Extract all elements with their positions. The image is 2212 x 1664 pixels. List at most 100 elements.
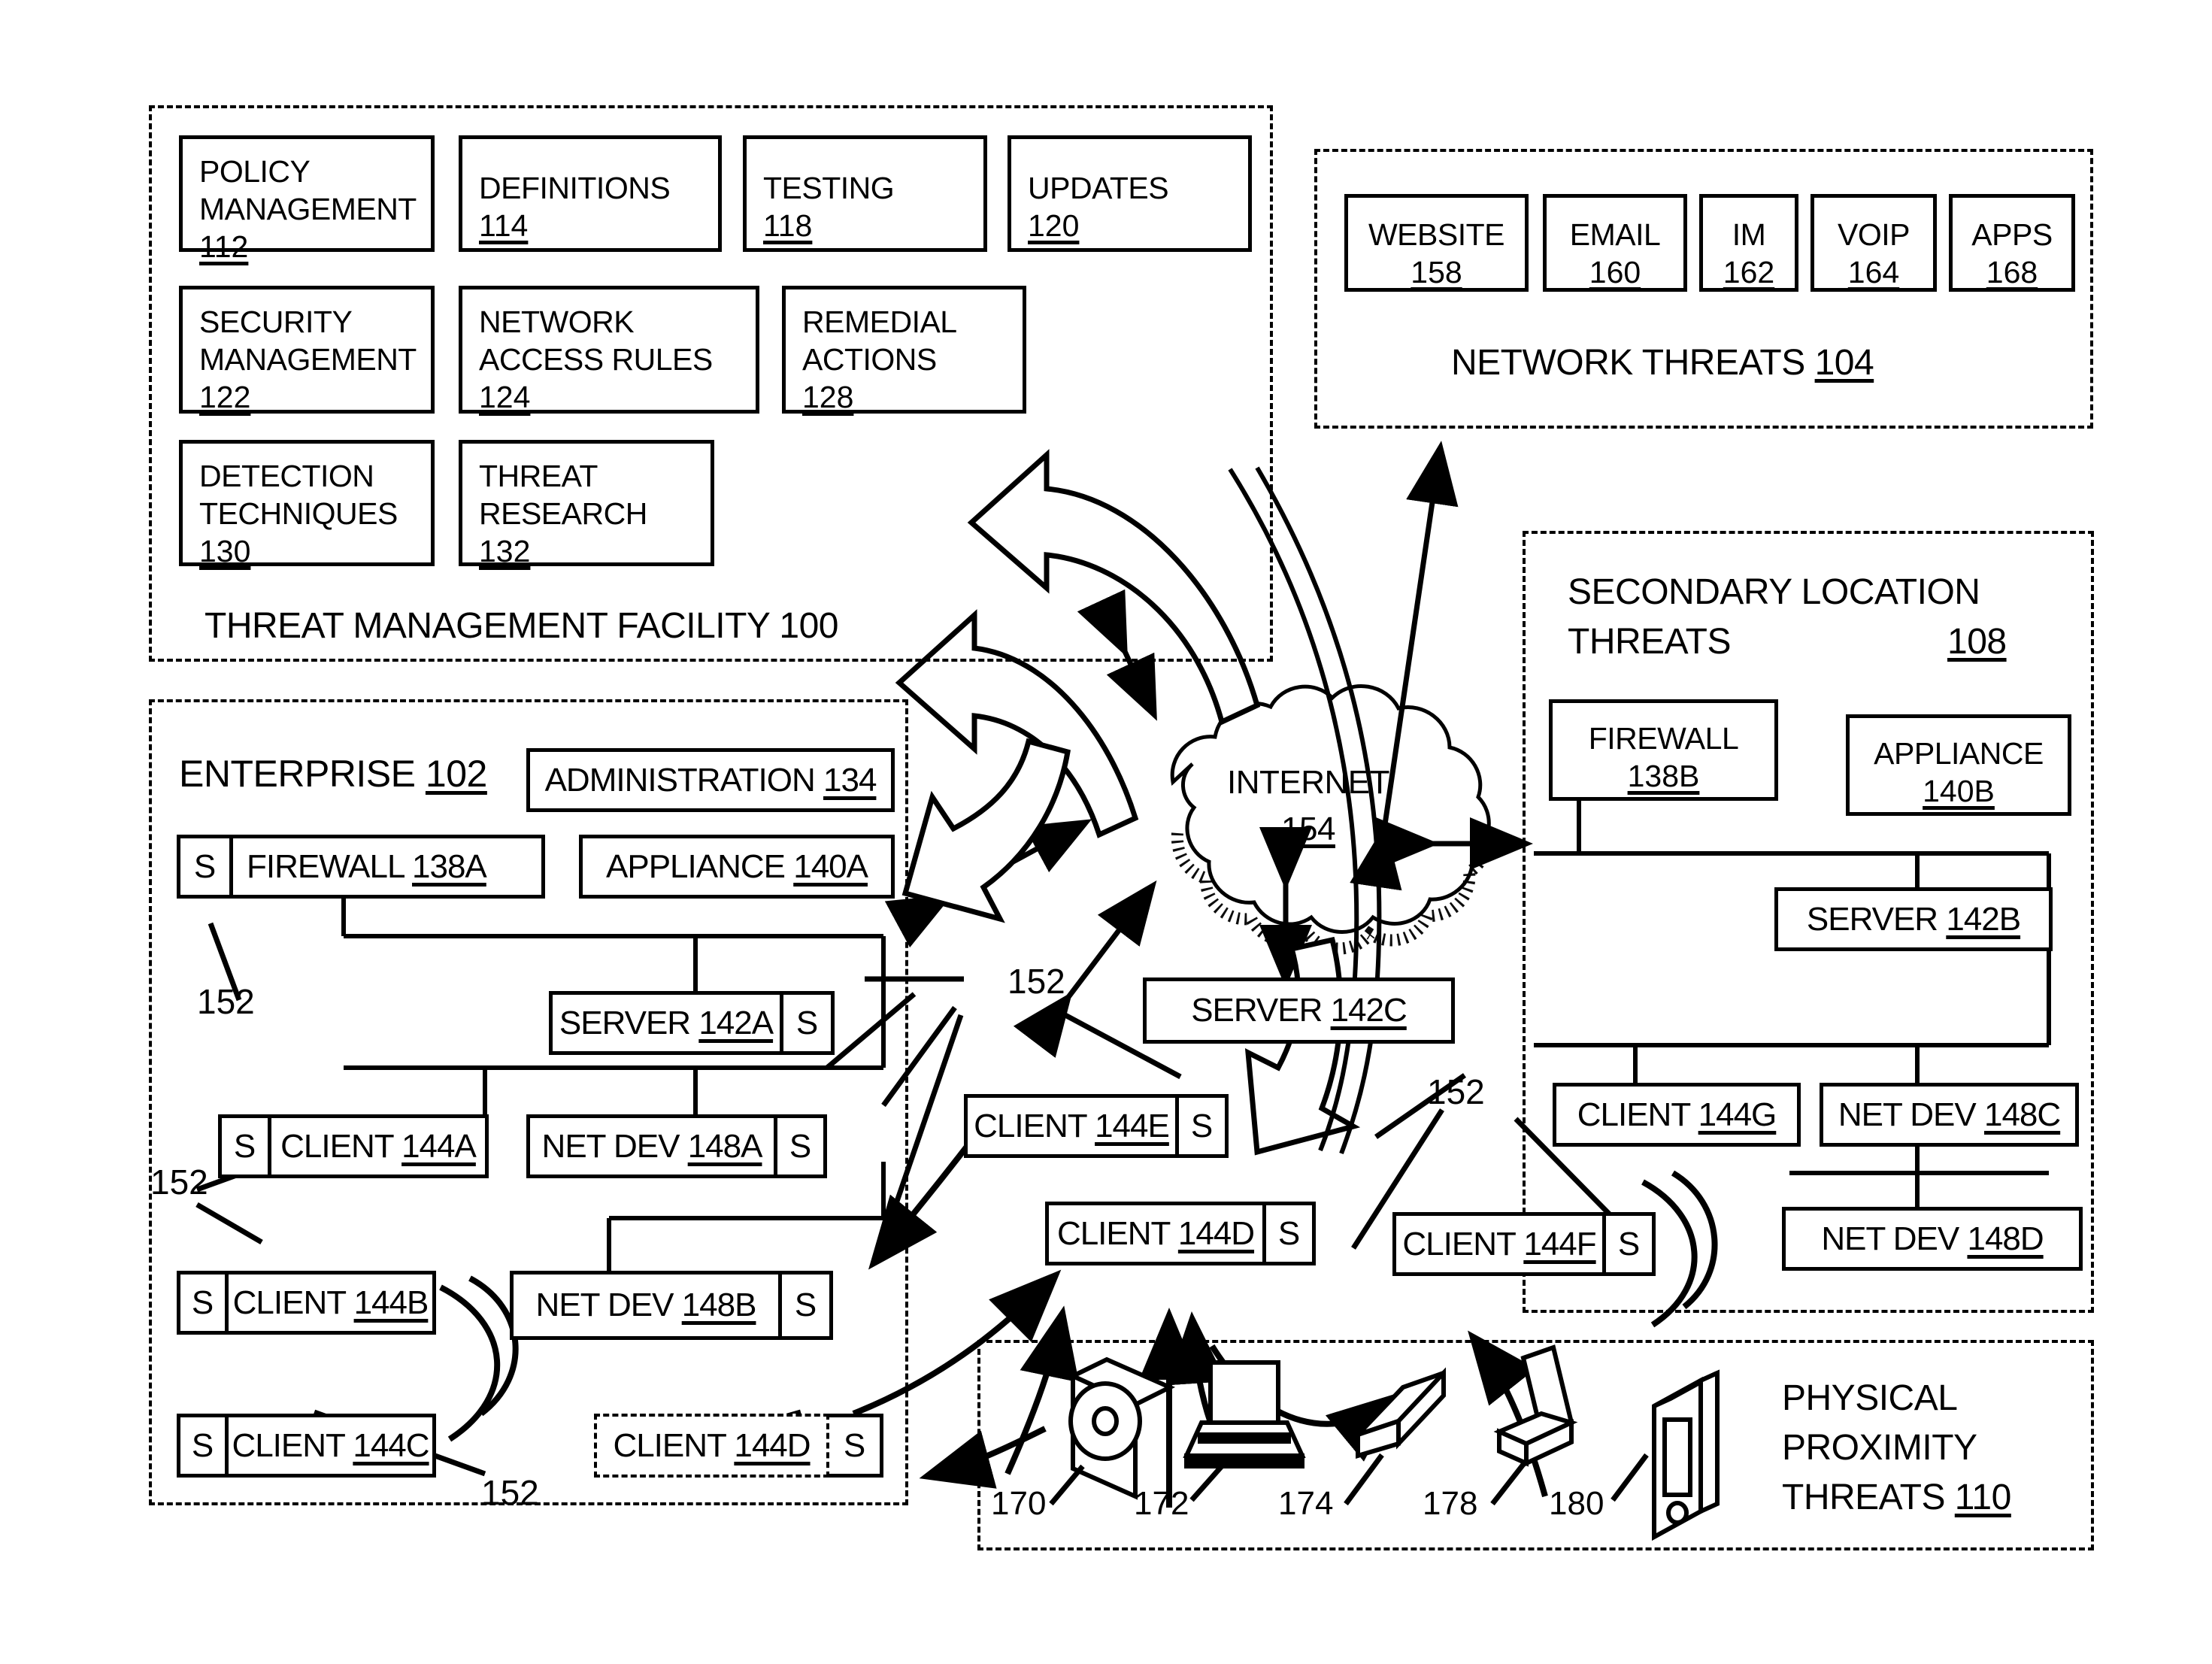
node-label: SERVER 142C — [1191, 992, 1407, 1029]
ghost-body: CLIENT 144D — [594, 1414, 829, 1478]
network-threat-voip[interactable]: VOIP 164 — [1811, 194, 1937, 292]
node-server-142C[interactable]: SERVER 142C — [1143, 977, 1455, 1044]
module-number: 118 — [763, 208, 813, 243]
threat-number: 164 — [1847, 255, 1900, 289]
node-client-144C[interactable]: S CLIENT 144C — [177, 1414, 436, 1478]
node-name: NET DEV — [1838, 1096, 1977, 1133]
security-agent-badge[interactable]: S — [1262, 1205, 1312, 1262]
enterprise-label-text: ENTERPRISE — [179, 753, 416, 795]
network-threats-label-text: NETWORK THREATS — [1451, 343, 1805, 383]
node-client-144D-roaming[interactable]: CLIENT 144D S — [1045, 1202, 1316, 1265]
threat-number: 162 — [1723, 255, 1775, 289]
node-number: 148B — [681, 1287, 757, 1323]
internet-cloud-label: INTERNET 154 — [1165, 759, 1451, 853]
node-label: CLIENT 144D — [1049, 1215, 1262, 1253]
patent-figure: POLICY MANAGEMENT 112 DEFINITIONS 114 TE… — [0, 0, 2212, 1664]
node-number: 148A — [687, 1127, 763, 1165]
module-policy-management[interactable]: POLICY MANAGEMENT 112 — [179, 135, 435, 264]
node-name: CLIENT — [280, 1127, 394, 1165]
security-agent-badge[interactable]: S — [1602, 1216, 1652, 1272]
node-client-144B[interactable]: S CLIENT 144B — [177, 1271, 436, 1335]
node-label: CLIENT 144E — [968, 1108, 1175, 1145]
module-threat-research[interactable]: THREAT RESEARCH 132 — [459, 440, 714, 568]
node-name: CLIENT — [1056, 1214, 1171, 1252]
module-line1: POLICY — [199, 154, 311, 189]
secondary-location-number-text: 108 — [1947, 622, 2007, 662]
node-firewall-138A[interactable]: S FIREWALL 138A — [177, 835, 545, 899]
module-number: 122 — [199, 380, 251, 414]
node-name: APPLIANCE — [1874, 736, 2044, 771]
module-network-access-rules[interactable]: NETWORK ACCESS RULES 124 — [459, 286, 759, 414]
node-number: 140A — [793, 847, 868, 885]
node-label: SERVER 142B — [1807, 900, 2021, 938]
node-client-144E[interactable]: CLIENT 144E S — [964, 1094, 1229, 1158]
threat-name: VOIP — [1838, 217, 1910, 252]
module-security-management[interactable]: SECURITY MANAGEMENT 122 — [179, 286, 435, 414]
security-agent-badge[interactable]: S — [180, 1417, 229, 1474]
node-net-dev-148A[interactable]: NET DEV 148A S — [526, 1114, 827, 1178]
node-number: 142B — [1946, 900, 2021, 938]
node-net-dev-148B[interactable]: NET DEV 148B S — [510, 1271, 833, 1340]
security-agent-badge[interactable]: S — [778, 1275, 829, 1336]
module-definitions[interactable]: DEFINITIONS 114 — [459, 135, 722, 252]
security-agent-badge[interactable]: S — [1175, 1098, 1225, 1154]
physical-proximity-label-line1: PHYSICAL — [1782, 1378, 1958, 1418]
module-detection-techniques[interactable]: DETECTION TECHNIQUES 130 — [179, 440, 435, 568]
node-number: 144F — [1523, 1225, 1596, 1262]
module-line1: DETECTION — [199, 459, 374, 493]
internet-name: INTERNET — [1227, 764, 1390, 801]
node-name: NET DEV — [1821, 1220, 1959, 1257]
node-name: NET DEV — [535, 1287, 674, 1323]
security-agent-badge[interactable]: S — [180, 838, 233, 895]
network-threats-label: NETWORK THREATS 104 — [1451, 342, 1874, 383]
module-line1: SECURITY — [199, 305, 353, 339]
node-appliance-140A[interactable]: APPLIANCE 140A — [579, 835, 895, 899]
device-number-170: 170 — [991, 1485, 1047, 1522]
enterprise-number: 102 — [425, 753, 487, 795]
node-label: CLIENT 144D — [613, 1427, 811, 1465]
node-label: CLIENT 144F — [1396, 1226, 1602, 1263]
device-number-180: 180 — [1549, 1485, 1604, 1522]
module-testing[interactable]: TESTING 118 — [743, 135, 987, 252]
module-line2: RESEARCH — [479, 496, 647, 531]
internet-number: 154 — [1281, 811, 1335, 847]
node-firewall-138B[interactable]: FIREWALL 138B — [1549, 699, 1778, 801]
node-number: 142A — [698, 1004, 774, 1041]
node-net-dev-148D[interactable]: NET DEV 148D — [1782, 1207, 2083, 1271]
node-client-144G[interactable]: CLIENT 144G — [1553, 1083, 1801, 1147]
node-server-142A[interactable]: SERVER 142A S — [549, 991, 835, 1055]
network-threat-website[interactable]: WEBSITE 158 — [1344, 194, 1529, 292]
node-net-dev-148C[interactable]: NET DEV 148C — [1820, 1083, 2079, 1147]
security-agent-badge[interactable]: S — [774, 1118, 823, 1174]
node-number: 144D — [1177, 1214, 1255, 1252]
node-name: FIREWALL — [1588, 721, 1739, 756]
security-agent-badge[interactable]: S — [222, 1118, 271, 1174]
security-agent-badge[interactable]: S — [780, 995, 831, 1051]
node-number: 148D — [1967, 1220, 2044, 1257]
module-line1: UPDATES — [1028, 171, 1169, 205]
module-remedial-actions[interactable]: REMEDIAL ACTIONS 128 — [782, 286, 1026, 414]
node-server-142B[interactable]: SERVER 142B — [1774, 887, 2053, 951]
node-appliance-140B[interactable]: APPLIANCE 140B — [1846, 714, 2071, 816]
security-agent-badge[interactable]: S — [829, 1414, 883, 1478]
network-threat-apps[interactable]: APPS 168 — [1949, 194, 2075, 292]
node-number: 144G — [1698, 1096, 1777, 1133]
node-number: 140B — [1923, 774, 1995, 808]
secondary-location-number: 108 — [1947, 621, 2007, 662]
node-administration-134[interactable]: ADMINISTRATION 134 — [526, 748, 895, 812]
node-name: SERVER — [559, 1004, 691, 1041]
node-client-144D-ghost[interactable]: CLIENT 144D S — [594, 1414, 883, 1478]
module-line2: MANAGEMENT — [199, 192, 417, 226]
network-threat-im[interactable]: IM 162 — [1699, 194, 1798, 292]
node-label: SERVER 142A — [553, 1005, 780, 1042]
network-threat-email[interactable]: EMAIL 160 — [1543, 194, 1687, 292]
threat-number: 160 — [1589, 255, 1641, 289]
security-agent-badge[interactable]: S — [180, 1275, 229, 1331]
node-number: 138A — [412, 847, 487, 885]
threat-name: APPS — [1971, 217, 2053, 252]
module-updates[interactable]: UPDATES 120 — [1008, 135, 1252, 252]
node-client-144A[interactable]: S CLIENT 144A — [218, 1114, 489, 1178]
node-client-144F[interactable]: CLIENT 144F S — [1392, 1212, 1656, 1276]
node-number: 148C — [1983, 1096, 2061, 1133]
node-label: CLIENT 144A — [271, 1128, 485, 1165]
